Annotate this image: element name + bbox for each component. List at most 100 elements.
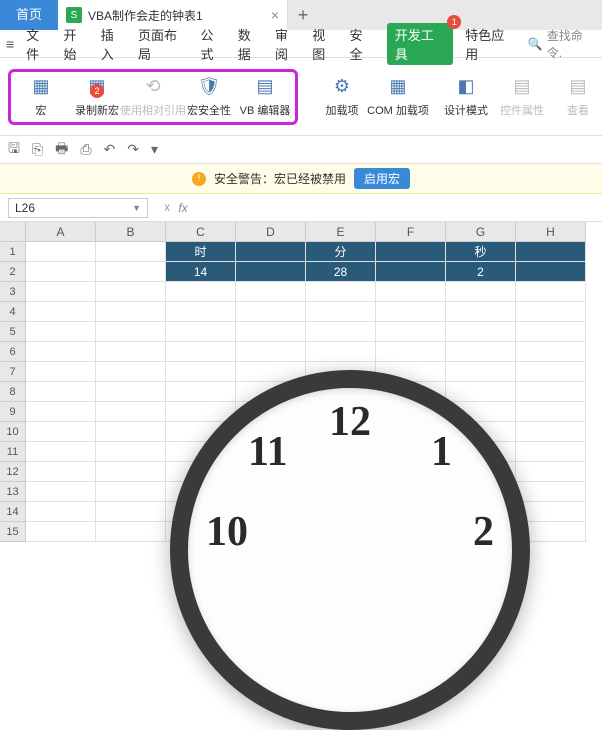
cell[interactable] <box>376 342 446 362</box>
menu-review[interactable]: 审阅 <box>275 25 300 63</box>
cell[interactable]: 时 <box>166 242 236 262</box>
cell[interactable] <box>236 282 306 302</box>
cell[interactable] <box>26 462 96 482</box>
row-header[interactable]: 10 <box>0 422 26 442</box>
cell[interactable] <box>26 342 96 362</box>
redo-icon[interactable]: ↷ <box>127 141 139 158</box>
cell[interactable] <box>516 262 586 282</box>
cell[interactable] <box>26 442 96 462</box>
cell[interactable]: 分 <box>306 242 376 262</box>
menu-insert[interactable]: 插入 <box>101 25 126 63</box>
search-input[interactable]: 🔍 查找命令. <box>528 27 596 61</box>
menu-formula[interactable]: 公式 <box>200 25 225 63</box>
cell[interactable] <box>96 402 166 422</box>
cell[interactable] <box>306 282 376 302</box>
cell[interactable] <box>96 422 166 442</box>
fx-icon[interactable]: fx <box>178 201 187 215</box>
cell[interactable] <box>306 302 376 322</box>
cell[interactable] <box>96 382 166 402</box>
cell[interactable] <box>236 242 306 262</box>
cell[interactable] <box>236 322 306 342</box>
close-icon[interactable]: × <box>271 7 279 23</box>
col-header[interactable]: G <box>446 222 516 242</box>
menu-view[interactable]: 视图 <box>312 25 337 63</box>
cell[interactable]: 秒 <box>446 242 516 262</box>
cell[interactable] <box>376 282 446 302</box>
name-box[interactable]: L26 ▼ <box>8 198 148 218</box>
save-icon[interactable]: 🖫 <box>8 138 20 162</box>
col-header[interactable]: B <box>96 222 166 242</box>
menu-icon[interactable]: ≡ <box>6 36 14 52</box>
cell[interactable] <box>96 282 166 302</box>
cancel-formula-icon[interactable]: ☓ <box>164 201 170 215</box>
cell[interactable] <box>96 342 166 362</box>
cell[interactable] <box>376 242 446 262</box>
col-header[interactable]: E <box>306 222 376 242</box>
enable-macro-button[interactable]: 启用宏 <box>354 168 410 189</box>
add-tab-button[interactable]: + <box>288 5 318 26</box>
row-header[interactable]: 13 <box>0 482 26 502</box>
chevron-down-icon[interactable]: ▼ <box>132 203 141 213</box>
cell[interactable] <box>306 342 376 362</box>
macro-security-button[interactable]: 🛡 宏安全性 <box>185 76 233 118</box>
cell[interactable] <box>376 262 446 282</box>
cell[interactable] <box>26 422 96 442</box>
row-header[interactable]: 14 <box>0 502 26 522</box>
cell[interactable] <box>96 362 166 382</box>
cell[interactable] <box>96 322 166 342</box>
cell[interactable] <box>236 342 306 362</box>
cell[interactable] <box>166 342 236 362</box>
cell[interactable] <box>376 322 446 342</box>
col-header[interactable]: A <box>26 222 96 242</box>
cell[interactable]: 2 <box>446 262 516 282</box>
cell[interactable] <box>26 382 96 402</box>
cell[interactable] <box>306 322 376 342</box>
row-header[interactable]: 5 <box>0 322 26 342</box>
cell[interactable] <box>166 322 236 342</box>
cell[interactable] <box>446 322 516 342</box>
menu-file[interactable]: 文件 <box>26 25 51 63</box>
cell[interactable] <box>236 262 306 282</box>
row-header[interactable]: 7 <box>0 362 26 382</box>
cell[interactable]: 28 <box>306 262 376 282</box>
col-header[interactable]: H <box>516 222 586 242</box>
cell[interactable] <box>96 482 166 502</box>
com-addin-button[interactable]: ▦ COM 加载项 <box>374 76 422 118</box>
cell[interactable] <box>26 262 96 282</box>
cell[interactable] <box>26 482 96 502</box>
addin-button[interactable]: ⚙ 加载项 <box>318 76 366 118</box>
vb-editor-button[interactable]: ▤ VB 编辑器 <box>241 76 289 118</box>
cell[interactable] <box>26 362 96 382</box>
row-header[interactable]: 8 <box>0 382 26 402</box>
cell[interactable] <box>96 502 166 522</box>
cell[interactable] <box>516 242 586 262</box>
cell[interactable] <box>26 322 96 342</box>
col-header[interactable]: F <box>376 222 446 242</box>
cell[interactable] <box>26 502 96 522</box>
cell[interactable] <box>446 282 516 302</box>
cell[interactable] <box>376 302 446 322</box>
cell[interactable] <box>516 322 586 342</box>
design-mode-button[interactable]: ◧ 设计模式 <box>442 76 490 118</box>
row-header[interactable]: 12 <box>0 462 26 482</box>
cell[interactable] <box>26 402 96 422</box>
menu-special[interactable]: 特色应用 <box>465 25 516 63</box>
cell[interactable] <box>26 522 96 542</box>
cell[interactable] <box>96 442 166 462</box>
cell[interactable] <box>26 242 96 262</box>
row-header[interactable]: 4 <box>0 302 26 322</box>
undo-icon[interactable]: ↶ <box>104 141 116 158</box>
row-header[interactable]: 11 <box>0 442 26 462</box>
cell[interactable] <box>446 302 516 322</box>
cell[interactable] <box>516 342 586 362</box>
cell[interactable] <box>96 522 166 542</box>
row-header[interactable]: 9 <box>0 402 26 422</box>
scan-icon[interactable]: ⎙ <box>80 141 91 158</box>
cell[interactable] <box>96 242 166 262</box>
menu-start[interactable]: 开始 <box>63 25 88 63</box>
cell[interactable] <box>166 282 236 302</box>
row-header[interactable]: 6 <box>0 342 26 362</box>
row-header[interactable]: 3 <box>0 282 26 302</box>
cell[interactable] <box>96 302 166 322</box>
menu-dev[interactable]: 开发工具 1 <box>387 23 454 65</box>
